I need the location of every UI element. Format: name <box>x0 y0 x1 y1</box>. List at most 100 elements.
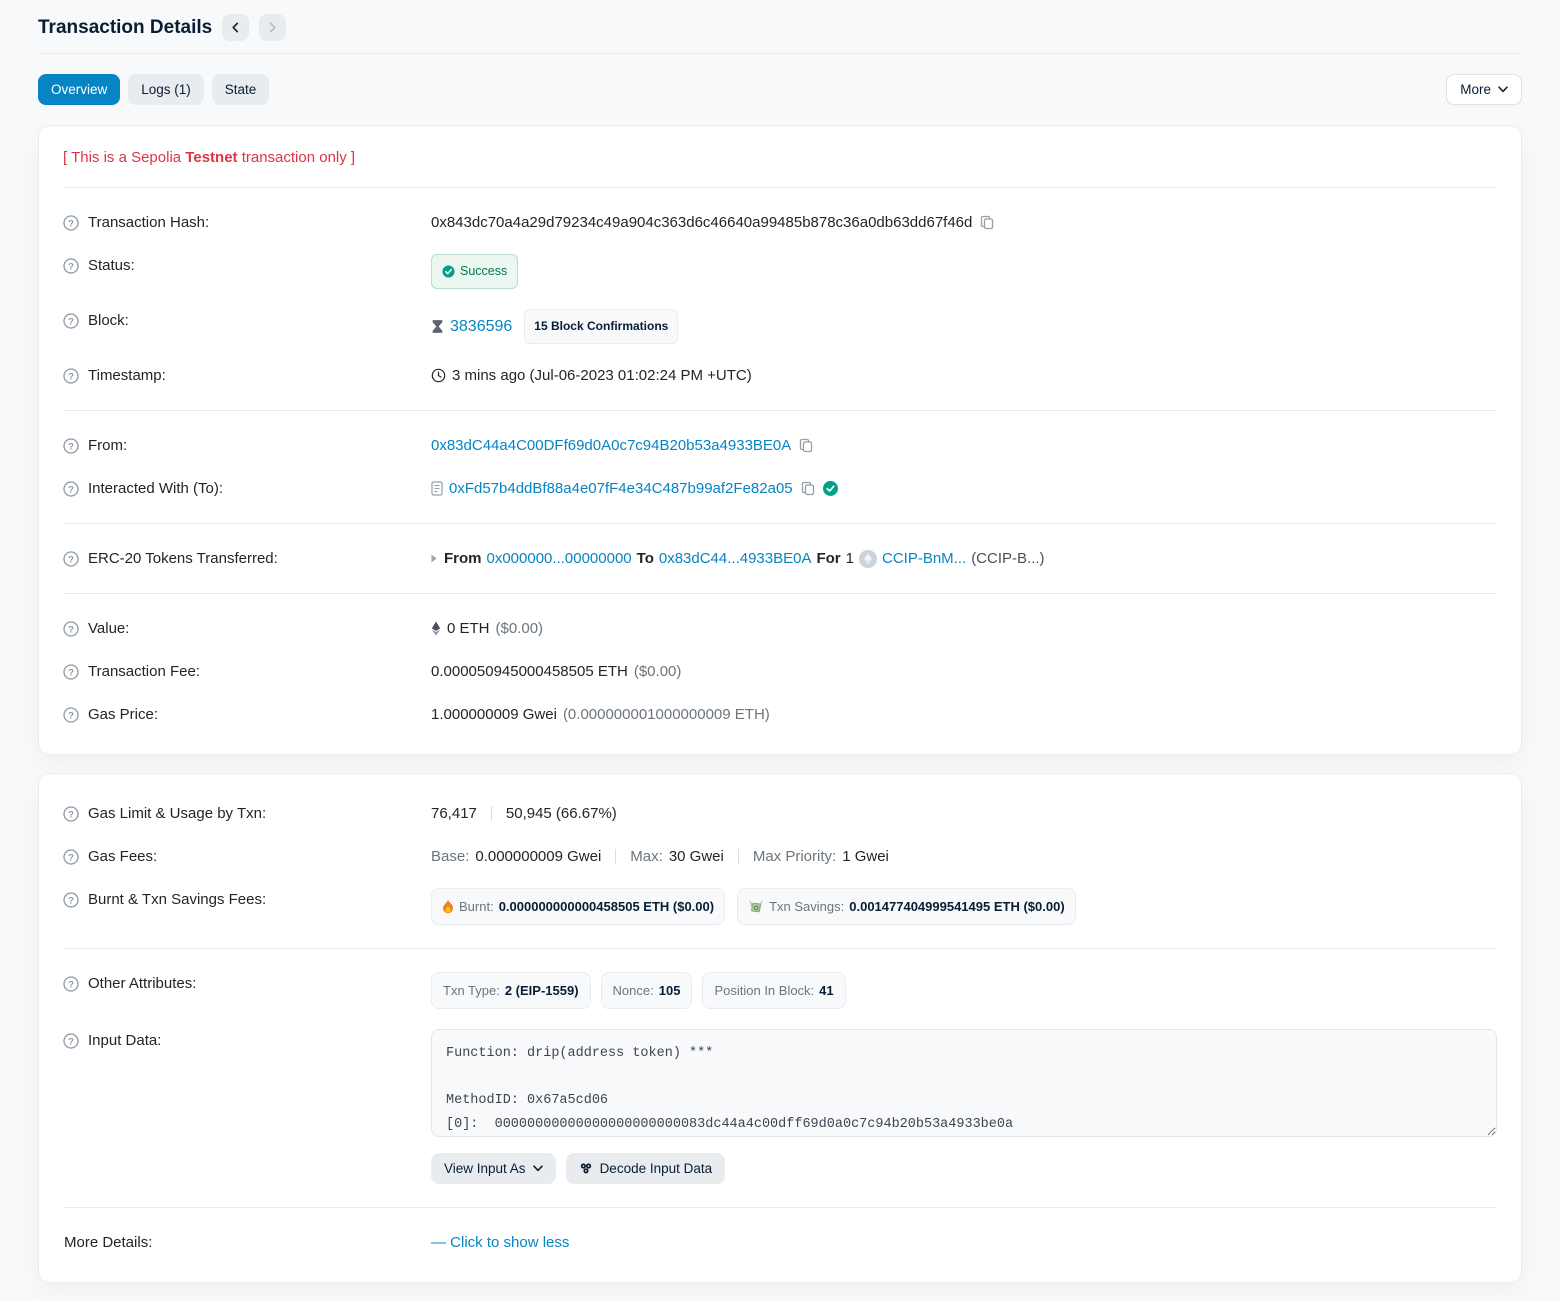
txn-savings-badge: Txn Savings: 0.001477404999541495 ETH ($… <box>737 888 1076 925</box>
help-icon[interactable]: ? <box>63 892 79 908</box>
erc20-to-address-link[interactable]: 0x83dC44...4933BE0A <box>659 547 812 570</box>
page-header: Transaction Details <box>22 0 1538 53</box>
chevron-left-icon <box>230 22 241 33</box>
contract-icon <box>431 481 443 496</box>
position-in-block-badge: Position In Block: 41 <box>702 972 845 1009</box>
erc20-from-word: From <box>444 547 482 570</box>
tab-overview[interactable]: Overview <box>38 74 120 105</box>
copy-tx-hash-button[interactable] <box>978 213 996 232</box>
gas-price-eth: (0.000000001000000009 ETH) <box>563 703 770 726</box>
header-divider <box>38 53 1522 54</box>
svg-text:?: ? <box>68 895 74 906</box>
caret-right-icon <box>431 554 437 563</box>
burnt-savings-label: Burnt & Txn Savings Fees: <box>88 888 266 911</box>
more-dropdown-button[interactable]: More <box>1446 74 1522 105</box>
help-icon[interactable]: ? <box>63 806 79 822</box>
base-fee-label: Base: <box>431 845 469 868</box>
decode-input-data-label: Decode Input Data <box>600 1161 713 1176</box>
help-icon[interactable]: ? <box>63 368 79 384</box>
svg-text:?: ? <box>68 554 74 565</box>
copy-icon <box>799 438 813 453</box>
gas-used-value: 50,945 (66.67%) <box>506 802 617 825</box>
erc20-transfer-item: From 0x000000...00000000 To 0x83dC44...4… <box>431 547 1045 570</box>
input-data-row: ? Input Data: Function: drip(address tok… <box>63 1019 1497 1194</box>
erc20-for-word: For <box>816 547 840 570</box>
transaction-hash-label: Transaction Hash: <box>88 211 209 234</box>
erc20-transfers-row: ? ERC-20 Tokens Transferred: From 0x0000… <box>63 537 1497 580</box>
transaction-fee-row: ? Transaction Fee: 0.000050945000458505 … <box>63 650 1497 693</box>
help-icon[interactable]: ? <box>63 1033 79 1049</box>
divider <box>63 187 1497 188</box>
decode-input-data-button[interactable]: Decode Input Data <box>566 1153 726 1184</box>
help-icon[interactable]: ? <box>63 313 79 329</box>
check-circle-icon <box>442 265 455 278</box>
svg-text:?: ? <box>68 371 74 382</box>
svg-text:?: ? <box>68 809 74 820</box>
to-address-link[interactable]: 0xFd57b4ddBf88a4e07fF4e34C487b99af2Fe82a… <box>449 477 793 500</box>
value-usd: ($0.00) <box>496 617 544 640</box>
divider <box>63 523 1497 524</box>
help-icon[interactable]: ? <box>63 438 79 454</box>
erc20-amount: 1 <box>846 547 854 570</box>
gas-fees-label: Gas Fees: <box>88 845 157 868</box>
token-logo-icon <box>859 550 877 568</box>
from-address-link[interactable]: 0x83dC44a4C00DFf69d0A0c7c94B20b53a4933BE… <box>431 434 791 457</box>
erc20-from-address-link[interactable]: 0x000000...00000000 <box>487 547 632 570</box>
token-symbol: (CCIP-B...) <box>971 547 1044 570</box>
view-input-as-button[interactable]: View Input As <box>431 1153 556 1184</box>
txn-type-label: Txn Type: <box>443 979 500 1002</box>
position-value: 41 <box>819 979 833 1002</box>
help-icon[interactable]: ? <box>63 664 79 680</box>
overview-card: [ This is a Sepolia Testnet transaction … <box>38 125 1522 755</box>
svg-text:?: ? <box>68 979 74 990</box>
max-fee-label: Max: <box>630 845 663 868</box>
token-name-link[interactable]: CCIP-BnM... <box>882 547 966 570</box>
input-actions: View Input As Decode Input Data <box>431 1153 1497 1184</box>
help-icon[interactable]: ? <box>63 707 79 723</box>
help-icon[interactable]: ? <box>63 215 79 231</box>
prev-transaction-button[interactable] <box>222 14 249 41</box>
svg-text:?: ? <box>68 852 74 863</box>
gas-price-row: ? Gas Price: 1.000000009 Gwei (0.0000000… <box>63 693 1497 736</box>
money-wings-icon <box>748 900 764 913</box>
copy-from-address-button[interactable] <box>797 436 815 455</box>
divider <box>63 410 1497 411</box>
timestamp-row: ? Timestamp: 3 mins ago (Jul-06-2023 01:… <box>63 354 1497 397</box>
status-row: ? Status: Success <box>63 244 1497 299</box>
next-transaction-button[interactable] <box>259 14 286 41</box>
base-fee-value: 0.000000009 Gwei <box>475 845 601 868</box>
tab-logs[interactable]: Logs (1) <box>128 74 204 105</box>
clock-icon <box>431 368 446 383</box>
help-icon[interactable]: ? <box>63 258 79 274</box>
input-data-textarea[interactable]: Function: drip(address token) *** Method… <box>431 1029 1497 1137</box>
interacted-with-row: ? Interacted With (To): 0xFd57b4ddBf88a4… <box>63 467 1497 510</box>
copy-to-address-button[interactable] <box>799 479 817 498</box>
tab-state[interactable]: State <box>212 74 270 105</box>
help-icon[interactable]: ? <box>63 976 79 992</box>
burnt-fee-badge: Burnt: 0.000000000000458505 ETH ($0.00) <box>431 888 725 925</box>
block-number-link[interactable]: 3836596 <box>450 315 512 338</box>
txn-type-value: 2 (EIP-1559) <box>505 979 579 1002</box>
show-less-link[interactable]: — Click to show less <box>431 1231 569 1254</box>
testnet-notice-suffix: transaction only ] <box>238 149 356 166</box>
from-label: From: <box>88 434 127 457</box>
help-icon[interactable]: ? <box>63 551 79 567</box>
divider <box>63 1207 1497 1208</box>
divider <box>63 593 1497 594</box>
help-icon[interactable]: ? <box>63 481 79 497</box>
timestamp-label: Timestamp: <box>88 364 166 387</box>
chevron-right-icon <box>267 22 278 33</box>
verified-check-icon <box>823 481 838 496</box>
decode-cube-icon <box>579 1161 593 1176</box>
max-priority-label: Max Priority: <box>753 845 836 868</box>
position-label: Position In Block: <box>714 979 814 1002</box>
erc20-transfers-label: ERC-20 Tokens Transferred: <box>88 547 278 570</box>
burnt-value: 0.000000000000458505 ETH ($0.00) <box>499 895 714 918</box>
help-icon[interactable]: ? <box>63 849 79 865</box>
page: Transaction Details Overview Logs (1) St… <box>0 0 1560 1283</box>
gas-price-label: Gas Price: <box>88 703 158 726</box>
value-label: Value: <box>88 617 129 640</box>
help-icon[interactable]: ? <box>63 621 79 637</box>
erc20-to-word: To <box>637 547 654 570</box>
svg-text:?: ? <box>68 316 74 327</box>
